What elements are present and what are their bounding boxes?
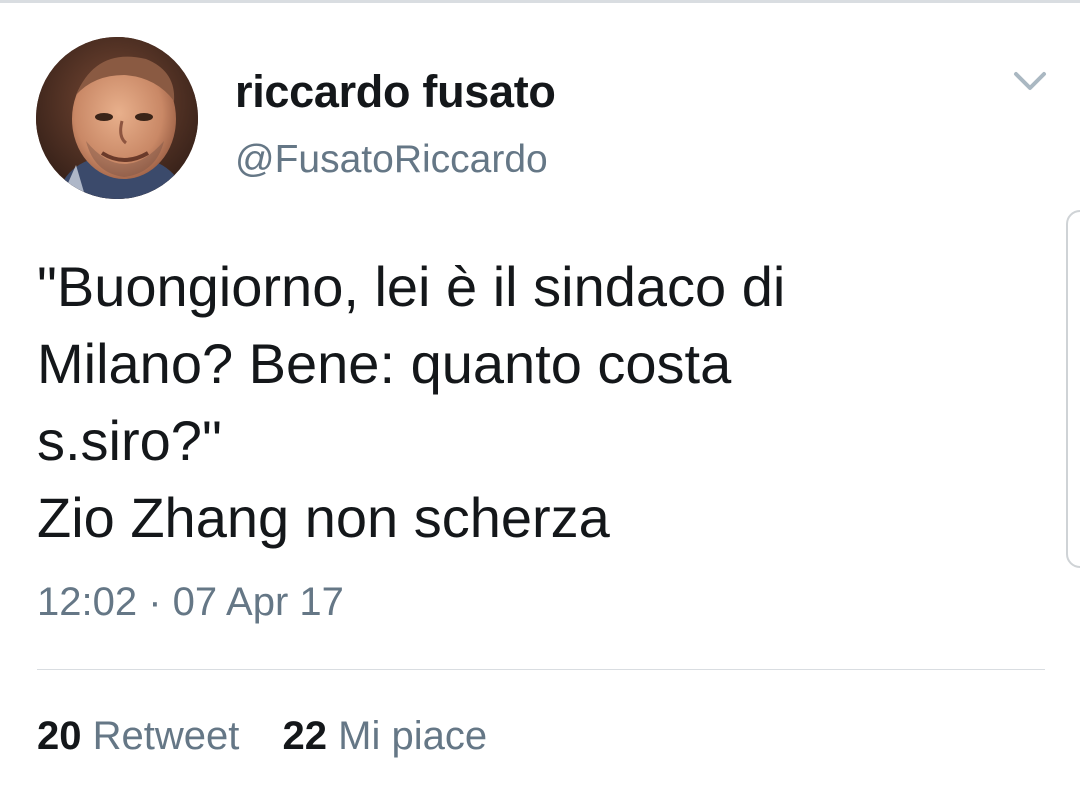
retweet-count: 20: [37, 714, 82, 758]
side-scroll-edge: [1066, 210, 1080, 568]
avatar[interactable]: [36, 37, 198, 199]
retweet-label: Retweet: [92, 714, 240, 758]
like-label: Mi piace: [338, 714, 488, 758]
avatar-photo: [36, 37, 198, 199]
tweet-timestamp[interactable]: 12:02 · 07 Apr 17: [37, 580, 344, 625]
retweet-count-link[interactable]: 20 Retweet: [37, 714, 239, 759]
chevron-down-icon[interactable]: [1012, 66, 1048, 96]
tweet-stats: 20 Retweet 22 Mi piace: [37, 714, 519, 759]
tweet-text-line: Zio Zhang non scherza: [37, 486, 610, 549]
tweet-text-line: s.siro?": [37, 409, 222, 472]
author-handle[interactable]: @FusatoRiccardo: [235, 138, 548, 182]
tweet-text: "Buongiorno, lei è il sindaco di Milano?…: [37, 248, 1037, 556]
like-count-link[interactable]: 22 Mi piace: [283, 714, 488, 759]
like-count: 22: [282, 714, 328, 758]
tweet-text-line: "Buongiorno, lei è il sindaco di: [37, 255, 786, 318]
top-divider: [0, 0, 1080, 3]
divider: [37, 669, 1045, 670]
tweet-text-line: Milano? Bene: quanto costa: [37, 332, 732, 395]
author-display-name[interactable]: riccardo fusato: [235, 66, 556, 118]
